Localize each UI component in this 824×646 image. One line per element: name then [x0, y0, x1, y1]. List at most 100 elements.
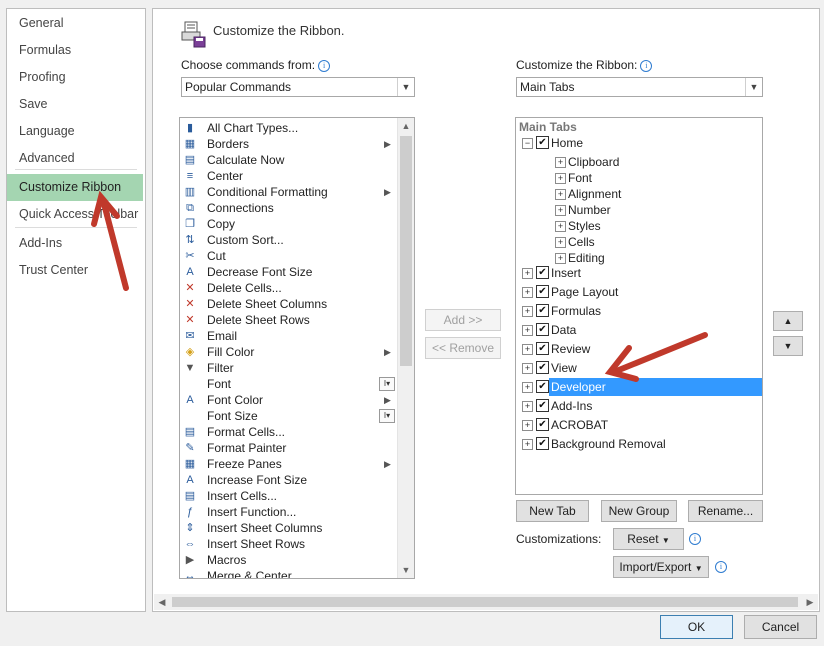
sidebar-item-save[interactable]: Save	[7, 91, 143, 118]
command-item[interactable]: Font I▾	[180, 376, 395, 392]
choose-commands-combo[interactable]: Popular Commands ▼	[181, 77, 415, 97]
expand-icon[interactable]: +	[555, 221, 566, 232]
sidebar-item-formulas[interactable]: Formulas	[7, 37, 143, 64]
command-item[interactable]: ✕ Delete Sheet Columns	[180, 296, 395, 312]
rename-button[interactable]: Rename...	[688, 500, 763, 522]
tree-item[interactable]: + ✔ Formulas	[516, 302, 762, 320]
cancel-button[interactable]: Cancel	[744, 615, 817, 639]
tree-item[interactable]: − ✔ Home	[516, 134, 762, 152]
tree-item[interactable]: + ✔ View	[516, 359, 762, 377]
chevron-down-icon[interactable]: ▼	[745, 78, 762, 96]
command-item[interactable]: ✕ Delete Cells...	[180, 280, 395, 296]
sidebar-item-advanced[interactable]: Advanced	[7, 145, 143, 172]
expand-icon[interactable]: +	[555, 253, 566, 264]
command-item[interactable]: ƒ Insert Function...	[180, 504, 395, 520]
command-item[interactable]: ✕ Delete Sheet Rows	[180, 312, 395, 328]
checkbox[interactable]: ✔	[536, 361, 549, 374]
expand-icon[interactable]: +	[555, 189, 566, 200]
expand-icon[interactable]: +	[522, 420, 533, 431]
tree-item[interactable]: + ✔ Review	[516, 340, 762, 358]
commands-list[interactable]: ↔ Merge & Center ▶ Macros ⇔ Insert Sheet Rows…	[179, 117, 415, 579]
command-item[interactable]: ▦ Borders ▶	[180, 136, 395, 152]
horizontal-scrollbar[interactable]: ◀ ▶	[154, 594, 818, 610]
command-item[interactable]: ▶ Macros	[180, 552, 395, 568]
expand-icon[interactable]: +	[522, 287, 533, 298]
checkbox[interactable]: ✔	[536, 437, 549, 450]
scroll-left-icon[interactable]: ◀	[154, 594, 170, 610]
checkbox[interactable]: ✔	[536, 380, 549, 393]
checkbox[interactable]: ✔	[536, 342, 549, 355]
expand-icon[interactable]: +	[522, 439, 533, 450]
tree-item[interactable]: + ✔ Page Layout	[516, 283, 762, 301]
checkbox[interactable]: ✔	[536, 323, 549, 336]
tree-item[interactable]: + ✔ Developer	[516, 378, 762, 396]
tree-item[interactable]: + ✔ Background Removal	[516, 435, 762, 453]
reset-button[interactable]: Reset ▼	[613, 528, 684, 550]
new-tab-button[interactable]: New Tab	[516, 500, 589, 522]
tree-item[interactable]: + ✔ Insert	[516, 264, 762, 282]
collapse-icon[interactable]: −	[522, 138, 533, 149]
expand-icon[interactable]: +	[555, 157, 566, 168]
command-item[interactable]: A Decrease Font Size	[180, 264, 395, 280]
command-item[interactable]: ✎ Format Painter	[180, 440, 395, 456]
checkbox[interactable]: ✔	[536, 399, 549, 412]
expand-icon[interactable]: +	[555, 205, 566, 216]
checkbox[interactable]: ✔	[536, 285, 549, 298]
expand-icon[interactable]: +	[522, 382, 533, 393]
expand-icon[interactable]: +	[522, 306, 533, 317]
command-item[interactable]: ❐ Copy	[180, 216, 395, 232]
checkbox[interactable]: ✔	[536, 266, 549, 279]
ok-button[interactable]: OK	[660, 615, 733, 639]
tree-item[interactable]: + ✔ Add-Ins	[516, 397, 762, 415]
sidebar-item-proofing[interactable]: Proofing	[7, 64, 143, 91]
command-item[interactable]: Font Size I▾	[180, 408, 395, 424]
info-icon[interactable]: i	[640, 60, 653, 72]
tree-item[interactable]: + ✔ ACROBAT	[516, 416, 762, 434]
command-item[interactable]: ✂ Cut	[180, 248, 395, 264]
scroll-thumb[interactable]	[172, 597, 798, 607]
tree-item[interactable]: + ✔ Data	[516, 321, 762, 339]
command-item[interactable]: ◈ Fill Color ▶	[180, 344, 395, 360]
expand-icon[interactable]: +	[522, 344, 533, 355]
customize-ribbon-combo[interactable]: Main Tabs ▼	[516, 77, 763, 97]
scroll-thumb[interactable]	[400, 136, 412, 366]
checkbox[interactable]: ✔	[536, 136, 549, 149]
chevron-down-icon[interactable]: ▼	[397, 78, 414, 96]
command-item[interactable]: ▤ Calculate Now	[180, 152, 395, 168]
sidebar-item-language[interactable]: Language	[7, 118, 143, 145]
command-item[interactable]: ≡ Center	[180, 168, 395, 184]
scroll-right-icon[interactable]: ▶	[802, 594, 818, 610]
command-item[interactable]: ▮ All Chart Types...	[180, 120, 395, 136]
move-up-button[interactable]: ▲	[773, 311, 803, 331]
command-item[interactable]: ⇕ Insert Sheet Columns	[180, 520, 395, 536]
remove-button[interactable]: << Remove	[425, 337, 501, 359]
checkbox[interactable]: ✔	[536, 418, 549, 431]
command-item[interactable]: ⇅ Custom Sort...	[180, 232, 395, 248]
scroll-down-icon[interactable]: ▼	[398, 562, 414, 578]
checkbox[interactable]: ✔	[536, 304, 549, 317]
expand-icon[interactable]: +	[522, 401, 533, 412]
info-icon[interactable]: i	[715, 561, 727, 573]
commands-scrollbar[interactable]: ▲ ▼	[397, 118, 414, 578]
info-icon[interactable]: i	[318, 60, 331, 72]
move-down-button[interactable]: ▼	[773, 336, 803, 356]
command-item[interactable]: ↔ Merge & Center	[180, 568, 395, 578]
expand-icon[interactable]: +	[522, 363, 533, 374]
command-item[interactable]: ⧉ Connections	[180, 200, 395, 216]
sidebar-item-trust-center[interactable]: Trust Center	[7, 257, 143, 284]
command-item[interactable]: ✉ Email	[180, 328, 395, 344]
import-export-button[interactable]: Import/Export ▼	[613, 556, 709, 578]
add-button[interactable]: Add >>	[425, 309, 501, 331]
info-icon[interactable]: i	[689, 533, 701, 545]
sidebar-item-quick-access-toolbar[interactable]: Quick Access Toolbar	[7, 201, 143, 228]
expand-icon[interactable]: +	[555, 237, 566, 248]
command-item[interactable]: ▦ Freeze Panes ▶	[180, 456, 395, 472]
expand-icon[interactable]: +	[522, 268, 533, 279]
sidebar-item-customize-ribbon[interactable]: Customize Ribbon	[7, 174, 143, 201]
sidebar-item-add-ins[interactable]: Add-Ins	[7, 230, 143, 257]
expand-icon[interactable]: +	[555, 173, 566, 184]
command-item[interactable]: ▤ Format Cells...	[180, 424, 395, 440]
scroll-up-icon[interactable]: ▲	[398, 118, 414, 134]
command-item[interactable]: A Font Color ▶	[180, 392, 395, 408]
expand-icon[interactable]: +	[522, 325, 533, 336]
